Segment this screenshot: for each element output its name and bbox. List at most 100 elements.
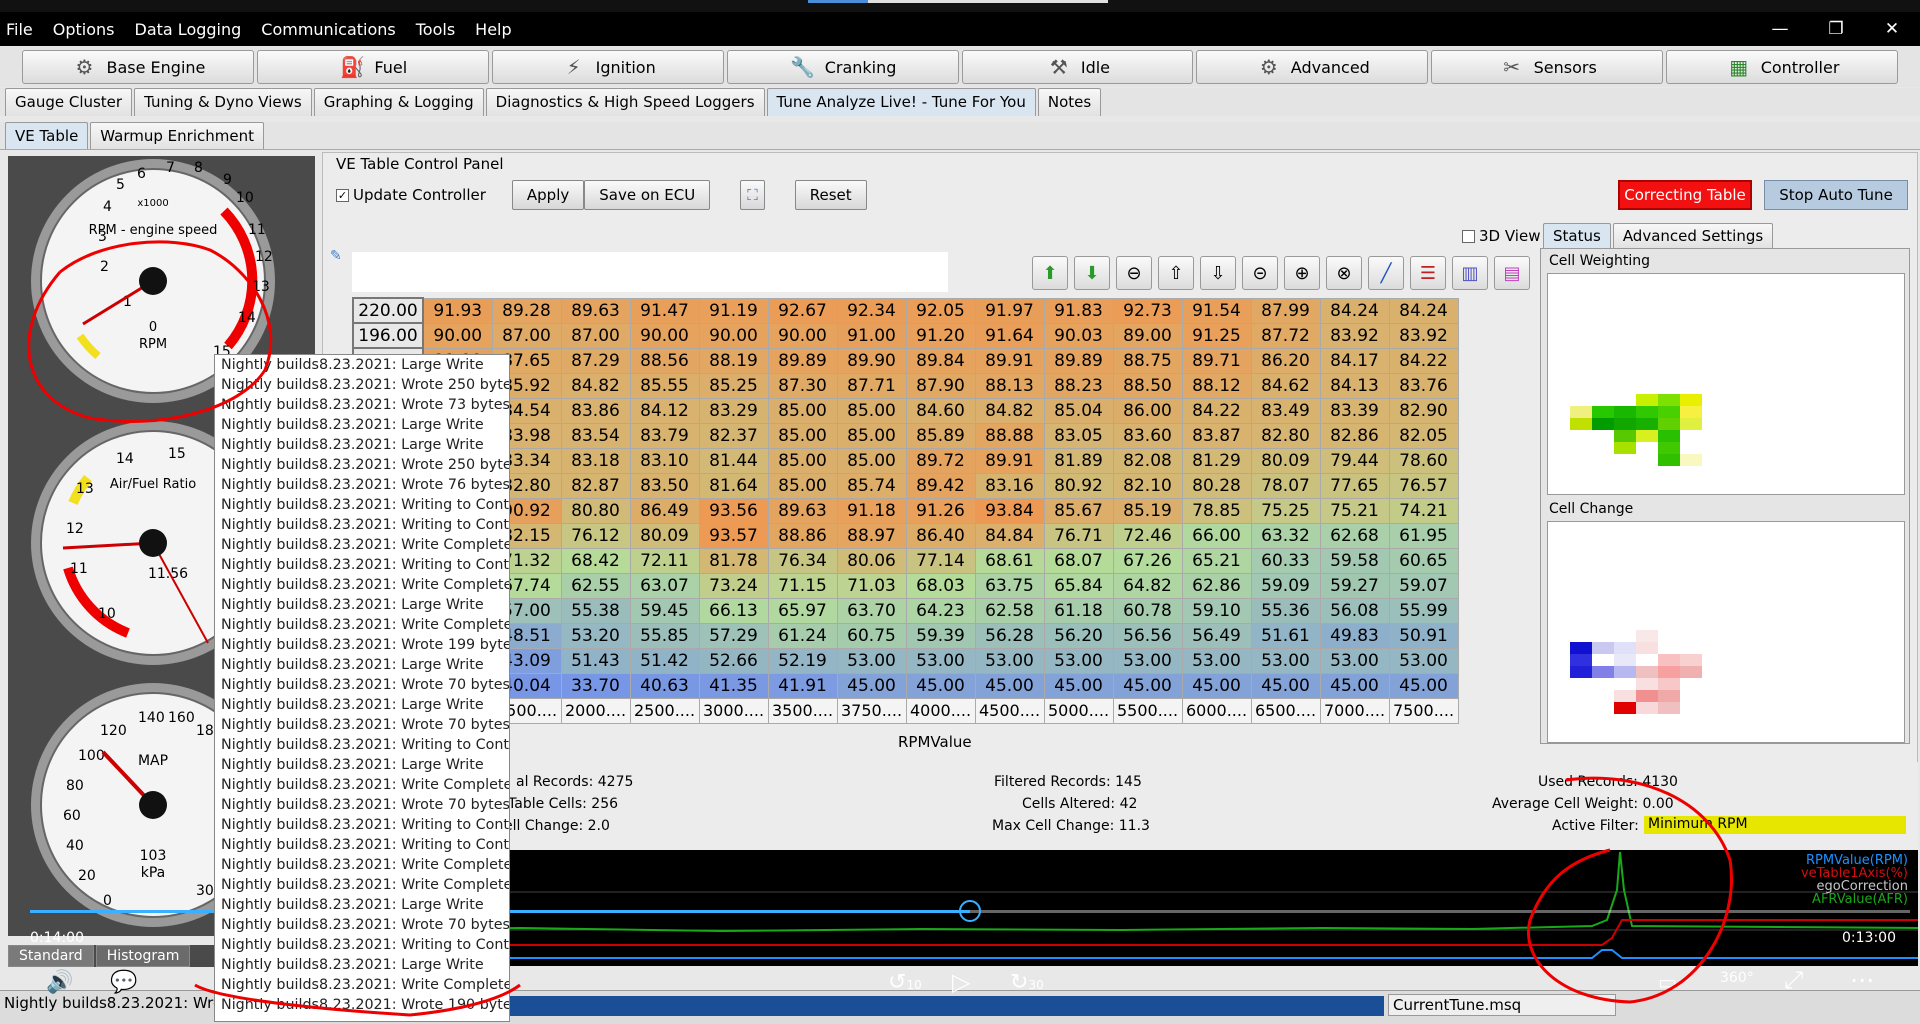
video-seek-thumb[interactable] [959, 900, 981, 922]
ve-cell[interactable]: 90.00 [629, 322, 700, 349]
ve-cell[interactable]: 89.90 [836, 347, 907, 374]
ve-cell[interactable]: 83.76 [1388, 372, 1459, 399]
ve-cell[interactable]: 56.20 [1043, 622, 1114, 649]
ve-cell[interactable]: 88.23 [1043, 372, 1114, 399]
ve-cell[interactable]: 73.24 [698, 572, 769, 599]
ve-cell[interactable]: 87.29 [560, 347, 631, 374]
ve-cell[interactable]: 84.84 [974, 522, 1045, 549]
ve-cell[interactable]: 91.83 [1043, 297, 1114, 324]
ve-cell[interactable]: 59.58 [1319, 547, 1390, 574]
mini-view-icon[interactable]: ▭ [1658, 970, 1677, 994]
ve-cell[interactable]: 87.00 [491, 322, 562, 349]
ve-cell[interactable]: 89.72 [905, 447, 976, 474]
ve-cell[interactable]: 86.00 [1112, 397, 1183, 424]
ve-cell[interactable]: 91.00 [836, 322, 907, 349]
ve-cell[interactable]: 78.07 [1250, 472, 1321, 499]
fuel-button[interactable]: ⛽ Fuel [256, 50, 489, 84]
ve-cell[interactable]: 60.78 [1112, 597, 1183, 624]
ve-cell[interactable]: 91.64 [974, 322, 1045, 349]
ve-cell[interactable]: 84.22 [1181, 397, 1252, 424]
ve-cell[interactable]: 91.54 [1181, 297, 1252, 324]
ve-cell[interactable]: 55.36 [1250, 597, 1321, 624]
ve-cell[interactable]: 63.75 [974, 572, 1045, 599]
increase-icon[interactable]: ⬆ [1032, 256, 1068, 290]
ve-cell[interactable]: 84.82 [560, 372, 631, 399]
ve-cell[interactable]: 45.00 [836, 672, 907, 699]
ve-cell[interactable]: 60.65 [1388, 547, 1459, 574]
ve-cell[interactable]: 81.44 [698, 447, 769, 474]
ve-cell[interactable]: 88.75 [1112, 347, 1183, 374]
ve-cell[interactable]: 82.86 [1319, 422, 1390, 449]
volume-icon[interactable]: 🔊 [46, 970, 73, 995]
ve-cell[interactable]: 89.63 [560, 297, 631, 324]
ve-cell[interactable]: 78.85 [1181, 497, 1252, 524]
ve-cell[interactable]: 89.28 [491, 297, 562, 324]
ve-cell[interactable]: 86.40 [905, 522, 976, 549]
more-options-icon[interactable]: ⋯ [1850, 966, 1874, 994]
ve-cell[interactable]: 45.00 [1181, 672, 1252, 699]
ve-cell[interactable]: 91.26 [905, 497, 976, 524]
ve-cell[interactable]: 83.92 [1319, 322, 1390, 349]
ve-cell[interactable]: 90.00 [422, 322, 493, 349]
ve-cell[interactable]: 82.10 [1112, 472, 1183, 499]
ve-cell[interactable]: 45.00 [1043, 672, 1114, 699]
3d-view-toggle[interactable]: 3D View [1462, 227, 1540, 245]
ve-cell[interactable]: 85.00 [836, 397, 907, 424]
captions-icon[interactable]: 💬 [110, 970, 137, 995]
tab-tuning-dyno[interactable]: Tuning & Dyno Views [134, 88, 312, 116]
ve-cell[interactable]: 80.80 [560, 497, 631, 524]
sensors-button[interactable]: ✂ Sensors [1431, 50, 1664, 84]
ve-cell[interactable]: 91.47 [629, 297, 700, 324]
ve-cell[interactable]: 75.25 [1250, 497, 1321, 524]
ve-cell[interactable]: 88.19 [698, 347, 769, 374]
menu-options[interactable]: Options [43, 20, 125, 39]
ve-cell[interactable]: 72.46 [1112, 522, 1183, 549]
interpolate-rows-icon[interactable]: ☰ [1410, 256, 1446, 290]
ve-cell[interactable]: 85.00 [767, 397, 838, 424]
ve-cell[interactable]: 85.89 [905, 422, 976, 449]
ve-cell[interactable]: 89.00 [1112, 322, 1183, 349]
ve-cell[interactable]: 63.32 [1250, 522, 1321, 549]
ve-cell[interactable]: 89.63 [767, 497, 838, 524]
ve-cell[interactable]: 85.04 [1043, 397, 1114, 424]
ve-cell[interactable]: 80.09 [629, 522, 700, 549]
ve-cell[interactable]: 92.05 [905, 297, 976, 324]
ve-cell[interactable]: 53.00 [1112, 647, 1183, 674]
ve-cell[interactable]: 57.29 [698, 622, 769, 649]
fullscreen-icon[interactable]: ⤢ [1784, 966, 1803, 994]
ve-cell[interactable]: 66.13 [698, 597, 769, 624]
ve-cell[interactable]: 88.86 [767, 522, 838, 549]
ignition-button[interactable]: ⚡ Ignition [491, 50, 724, 84]
ve-cell[interactable]: 63.70 [836, 597, 907, 624]
ve-cell[interactable]: 93.84 [974, 497, 1045, 524]
ve-cell[interactable]: 85.55 [629, 372, 700, 399]
360-view-icon[interactable]: 360° [1720, 970, 1754, 986]
forward-icon[interactable]: ↻30 [1010, 970, 1044, 995]
ve-cell[interactable]: 82.37 [698, 422, 769, 449]
ve-cell[interactable]: 91.25 [1181, 322, 1252, 349]
ve-cell[interactable]: 87.00 [560, 322, 631, 349]
ve-cell[interactable]: 67.26 [1112, 547, 1183, 574]
arrow-down-icon[interactable]: ⇩ [1200, 256, 1236, 290]
advanced-button[interactable]: ⚙ Advanced [1196, 50, 1429, 84]
ve-cell[interactable]: 76.34 [767, 547, 838, 574]
ve-cell[interactable]: 89.71 [1181, 347, 1252, 374]
ve-cell[interactable]: 83.86 [560, 397, 631, 424]
ve-cell[interactable]: 45.00 [905, 672, 976, 699]
cranking-button[interactable]: 🔧 Cranking [726, 50, 959, 84]
ve-cell[interactable]: 85.67 [1043, 497, 1114, 524]
stop-auto-tune-button[interactable]: Stop Auto Tune [1764, 180, 1908, 210]
ve-cell[interactable]: 80.09 [1250, 447, 1321, 474]
ve-cell[interactable]: 88.50 [1112, 372, 1183, 399]
ve-cell[interactable]: 52.19 [767, 647, 838, 674]
close-button[interactable]: ✕ [1864, 12, 1920, 46]
ve-cell[interactable]: 76.12 [560, 522, 631, 549]
ve-cell[interactable]: 45.00 [1112, 672, 1183, 699]
ve-cell[interactable]: 92.73 [1112, 297, 1183, 324]
ve-cell[interactable]: 84.82 [974, 397, 1045, 424]
tab-graphing-logging[interactable]: Graphing & Logging [313, 88, 484, 116]
ve-cell[interactable]: 41.35 [698, 672, 769, 699]
ve-cell[interactable]: 45.00 [974, 672, 1045, 699]
ve-cell[interactable]: 55.99 [1388, 597, 1459, 624]
ve-cell[interactable]: 91.93 [422, 297, 493, 324]
